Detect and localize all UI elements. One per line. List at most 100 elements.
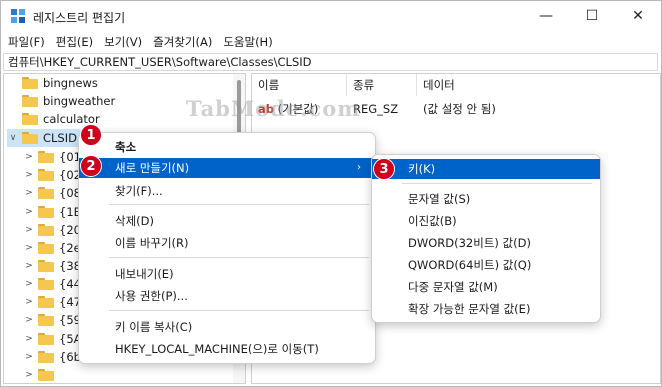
menu-item-label: 사용 권한(P)... <box>115 289 188 303</box>
submenu-expandable-string-value[interactable]: 확장 가능한 문자열 값(E) <box>372 299 600 319</box>
tree-child[interactable]: > {6b <box>23 348 81 366</box>
menu-separator <box>109 257 369 258</box>
minimize-button[interactable]: — <box>523 1 569 31</box>
chevron-right-icon[interactable]: > <box>23 261 35 271</box>
tree-item-bingweather[interactable]: bingweather <box>22 92 115 110</box>
context-menu: 축소 새로 만들기(N) › 찾기(F)... 삭제(D) 이름 바꾸기(R) 내… <box>78 132 376 364</box>
menu-view[interactable]: 보기(V) <box>100 34 146 50</box>
submenu-separator <box>402 183 592 184</box>
maximize-button[interactable]: ☐ <box>569 1 615 31</box>
menu-item-label: 키 이름 복사(C) <box>115 320 193 334</box>
step-badge-3: 3 <box>373 158 395 180</box>
folder-icon <box>22 77 38 89</box>
tree-child[interactable]: > {38 <box>23 257 81 275</box>
value-data: (값 설정 안 됨) <box>423 102 496 116</box>
tree-child[interactable]: > {2e <box>23 239 81 257</box>
tree-child[interactable]: > <box>23 366 59 383</box>
chevron-right-icon[interactable]: > <box>23 225 35 235</box>
chevron-right-icon[interactable]: > <box>23 297 35 307</box>
tree-child[interactable]: > {08 <box>23 184 81 202</box>
submenu-key[interactable]: 키(K) <box>372 159 600 179</box>
tree-item-clsid[interactable]: ∨ CLSID <box>7 129 81 147</box>
submenu-item-label: 확장 가능한 문자열 값(E) <box>408 302 531 316</box>
submenu-string-value[interactable]: 문자열 값(S) <box>372 189 600 209</box>
tree-child[interactable]: > {5A <box>23 330 81 348</box>
submenu-item-label: 다중 문자열 값(M) <box>408 280 498 294</box>
menu-file[interactable]: 파일(F) <box>4 34 49 50</box>
menu-item-label: 축소 <box>115 140 137 154</box>
folder-icon <box>22 132 38 144</box>
watermark: TabMode.com <box>186 96 361 121</box>
chevron-right-icon[interactable]: > <box>23 207 35 217</box>
tree-child[interactable]: > {44 <box>23 275 81 293</box>
window-title: 레지스트리 편집기 <box>33 11 126 25</box>
submenu-item-label: 키(K) <box>408 162 436 176</box>
folder-icon <box>22 95 38 107</box>
close-button[interactable]: ✕ <box>615 1 661 31</box>
menu-rename[interactable]: 이름 바꾸기(R) <box>79 233 375 253</box>
menu-item-label: 삭제(D) <box>115 214 154 228</box>
tree-child[interactable]: > {02 <box>23 166 81 184</box>
menu-favorites[interactable]: 즐겨찾기(A) <box>149 34 216 50</box>
column-header-type[interactable]: 종류 <box>347 74 417 96</box>
chevron-right-icon[interactable]: > <box>23 334 35 344</box>
menu-separator <box>109 310 369 311</box>
column-header-name[interactable]: 이름 <box>252 74 347 96</box>
menu-item-label: 새로 만들기(N) <box>115 161 190 175</box>
submenu-item-label: 이진값(B) <box>408 214 457 228</box>
new-submenu: 키(K) 문자열 값(S) 이진값(B) DWORD(32비트) 값(D) QW… <box>371 154 601 323</box>
menu-separator <box>109 204 369 205</box>
chevron-right-icon[interactable]: > <box>23 152 35 162</box>
menu-find[interactable]: 찾기(F)... <box>79 181 375 201</box>
menu-item-label: 내보내기(E) <box>115 267 174 281</box>
registry-editor-window: 레지스트리 편집기 — ☐ ✕ 파일(F) 편집(E) 보기(V) 즐겨찾기(A… <box>0 0 662 387</box>
chevron-right-icon[interactable]: > <box>23 170 35 180</box>
address-bar[interactable]: 컴퓨터\HKEY_CURRENT_USER\Software\Classes\C… <box>3 53 658 71</box>
folder-icon <box>38 278 54 290</box>
menu-permissions[interactable]: 사용 권한(P)... <box>79 286 375 306</box>
chevron-right-icon[interactable]: > <box>23 370 35 380</box>
tree-child[interactable]: > {20 <box>23 221 81 239</box>
tree-child[interactable]: > {59 <box>23 311 81 329</box>
folder-icon <box>38 260 54 272</box>
step-badge-2: 2 <box>80 155 102 177</box>
submenu-qword-value[interactable]: QWORD(64비트) 값(Q) <box>372 255 600 275</box>
folder-icon <box>22 113 38 125</box>
registry-app-icon <box>11 9 25 23</box>
tree-item-bingnews[interactable]: bingnews <box>22 74 98 92</box>
folder-icon <box>38 296 54 308</box>
submenu-item-label: QWORD(64비트) 값(Q) <box>408 258 532 272</box>
menu-new[interactable]: 새로 만들기(N) › <box>79 158 375 178</box>
column-header-data[interactable]: 데이터 <box>417 74 657 96</box>
submenu-binary-value[interactable]: 이진값(B) <box>372 211 600 231</box>
menu-item-label: 찾기(F)... <box>115 184 163 198</box>
folder-icon <box>38 369 54 381</box>
menu-edit[interactable]: 편집(E) <box>52 34 97 50</box>
chevron-right-icon[interactable]: > <box>23 279 35 289</box>
tree-item-label: CLSID <box>43 131 77 145</box>
menu-copy-key-name[interactable]: 키 이름 복사(C) <box>79 317 375 337</box>
chevron-right-icon[interactable]: > <box>23 188 35 198</box>
tree-child[interactable]: > {1B <box>23 203 81 221</box>
chevron-right-icon[interactable]: > <box>23 315 35 325</box>
folder-icon <box>38 351 54 363</box>
tree-item-label: bingnews <box>43 76 98 90</box>
folder-icon <box>38 333 54 345</box>
tree-child[interactable]: > {01 <box>23 148 81 166</box>
menu-export[interactable]: 내보내기(E) <box>79 264 375 284</box>
submenu-dword-value[interactable]: DWORD(32비트) 값(D) <box>372 233 600 253</box>
menu-help[interactable]: 도움말(H) <box>219 34 276 50</box>
menu-item-label: HKEY_LOCAL_MACHINE(으)로 이동(T) <box>115 342 319 356</box>
chevron-right-icon[interactable]: > <box>23 243 35 253</box>
title-bar: 레지스트리 편집기 — ☐ ✕ <box>1 1 661 31</box>
menu-collapse[interactable]: 축소 <box>79 137 375 157</box>
folder-icon <box>38 242 54 254</box>
tree-child[interactable]: > {47 <box>23 293 81 311</box>
menu-item-label: 이름 바꾸기(R) <box>115 236 189 250</box>
submenu-multistring-value[interactable]: 다중 문자열 값(M) <box>372 277 600 297</box>
chevron-down-icon[interactable]: ∨ <box>7 133 19 143</box>
menu-delete[interactable]: 삭제(D) <box>79 211 375 231</box>
chevron-right-icon[interactable]: > <box>23 352 35 362</box>
submenu-item-label: 문자열 값(S) <box>408 192 471 206</box>
menu-goto-hklm[interactable]: HKEY_LOCAL_MACHINE(으)로 이동(T) <box>79 339 375 359</box>
